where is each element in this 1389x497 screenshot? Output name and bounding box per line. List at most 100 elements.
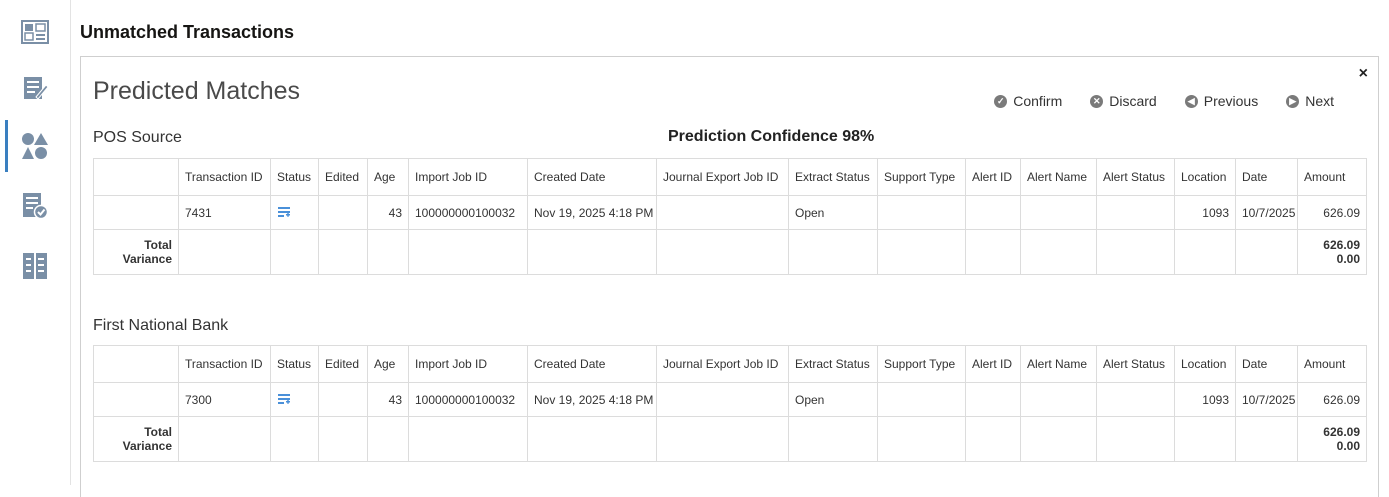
page-title: Unmatched Transactions [80,22,295,42]
variance-label: Variance [122,439,172,453]
alert-name-cell [1020,382,1097,417]
date-cell: 10/7/2025 [1235,382,1298,417]
row-select-cell[interactable] [93,195,179,230]
nav-rail [0,0,71,485]
column-header[interactable]: Import Job ID [408,345,528,383]
discard-label: Discard [1109,93,1157,109]
list-add-icon[interactable] [277,206,291,220]
variance-amount: 0.00 [1336,439,1360,453]
column-header[interactable]: Alert ID [965,345,1021,383]
status-cell [270,382,319,417]
variance-label: Variance [122,252,172,266]
column-header[interactable]: Import Job ID [408,158,528,196]
extract-status-cell: Open [788,195,878,230]
column-header[interactable]: Age [367,345,409,383]
list-add-icon[interactable] [277,393,291,407]
total-amount-cell: 626.09 0.00 [1297,229,1367,275]
column-header[interactable]: Alert Status [1096,158,1175,196]
age-cell: 43 [367,382,409,417]
column-header[interactable]: Alert ID [965,158,1021,196]
location-cell: 1093 [1174,195,1236,230]
column-header[interactable]: Alert Name [1020,345,1097,383]
column-header [93,158,179,196]
transaction-id-cell: 7300 [178,382,271,417]
support-type-cell [877,195,966,230]
prediction-confidence: Prediction Confidence 98% [668,128,875,145]
column-header[interactable]: Support Type [877,158,966,196]
amount-cell: 626.09 [1297,195,1367,230]
discard-button[interactable]: ✕ Discard [1090,93,1157,109]
nav-checklist[interactable] [0,180,70,232]
alert-name-cell [1020,195,1097,230]
first-national-bank-table: Transaction ID Status Edited Age Import … [93,345,1367,462]
location-cell: 1093 [1174,382,1236,417]
column-header[interactable]: Journal Export Job ID [656,158,789,196]
column-header[interactable]: Date [1235,345,1298,383]
column-header[interactable]: Journal Export Job ID [656,345,789,383]
status-cell [270,195,319,230]
row-select-cell[interactable] [93,382,179,417]
section-title-pos-source: POS Source [93,129,182,146]
column-header[interactable]: Alert Status [1096,345,1175,383]
total-row: Total Variance 626.09 0.00 [93,416,1367,462]
arrow-right-circle-icon: ▶ [1286,94,1300,108]
column-header[interactable]: Location [1174,345,1236,383]
column-header[interactable]: Status [270,158,319,196]
next-button[interactable]: ▶ Next [1286,93,1334,109]
column-header[interactable]: Transaction ID [178,158,271,196]
table-header-row: Transaction ID Status Edited Age Import … [93,158,1367,196]
import-job-id-cell: 100000000100032 [408,382,528,417]
action-bar: ✓ Confirm ✕ Discard ◀ Previous ▶ Next [994,93,1334,109]
nav-shapes[interactable] [0,120,70,172]
table-row[interactable]: 7300 43 100000000100032 Nov 19, 2025 4:1… [93,382,1367,417]
alert-status-cell [1096,382,1175,417]
total-label-cell: Total Variance [93,229,179,275]
table-row[interactable]: 7431 43 100000000100032 Nov 19, 2025 4:1… [93,195,1367,230]
previous-button[interactable]: ◀ Previous [1184,93,1259,109]
document-list-icon [23,253,47,279]
column-header[interactable]: Edited [318,345,368,383]
total-amount: 626.09 [1323,238,1360,252]
alert-status-cell [1096,195,1175,230]
date-cell: 10/7/2025 [1235,195,1298,230]
column-header [93,345,179,383]
total-label: Total [144,238,172,252]
edited-cell [318,195,368,230]
total-amount: 626.09 [1323,425,1360,439]
section-title-first-national-bank: First National Bank [93,317,229,334]
nav-dashboard[interactable] [0,6,70,58]
column-header[interactable]: Amount [1297,158,1367,196]
panel-title: Predicted Matches [93,77,301,105]
confirm-button[interactable]: ✓ Confirm [994,93,1062,109]
next-label: Next [1305,93,1334,109]
column-header[interactable]: Edited [318,158,368,196]
column-header[interactable]: Alert Name [1020,158,1097,196]
column-header[interactable]: Amount [1297,345,1367,383]
column-header[interactable]: Created Date [527,158,657,196]
column-header[interactable]: Status [270,345,319,383]
checklist-icon [23,193,48,220]
column-header[interactable]: Date [1235,158,1298,196]
total-amount-cell: 626.09 0.00 [1297,416,1367,462]
table-header-row: Transaction ID Status Edited Age Import … [93,345,1367,383]
close-button[interactable]: × [1359,65,1368,83]
edit-list-icon [24,77,48,100]
previous-label: Previous [1203,93,1259,109]
total-row: Total Variance 626.09 0.00 [93,229,1367,275]
nav-document-list[interactable] [0,240,70,292]
journal-export-job-id-cell [656,382,789,417]
column-header[interactable]: Location [1174,158,1236,196]
column-header[interactable]: Age [367,158,409,196]
import-job-id-cell: 100000000100032 [408,195,528,230]
total-label: Total [144,425,172,439]
column-header[interactable]: Created Date [527,345,657,383]
column-header[interactable]: Extract Status [788,158,878,196]
nav-edit-list[interactable] [0,62,70,114]
edited-cell [318,382,368,417]
column-header[interactable]: Extract Status [788,345,878,383]
column-header[interactable]: Transaction ID [178,345,271,383]
created-date-cell: Nov 19, 2025 4:18 PM [527,195,657,230]
column-header[interactable]: Support Type [877,345,966,383]
amount-cell: 626.09 [1297,382,1367,417]
check-circle-icon: ✓ [994,94,1008,108]
